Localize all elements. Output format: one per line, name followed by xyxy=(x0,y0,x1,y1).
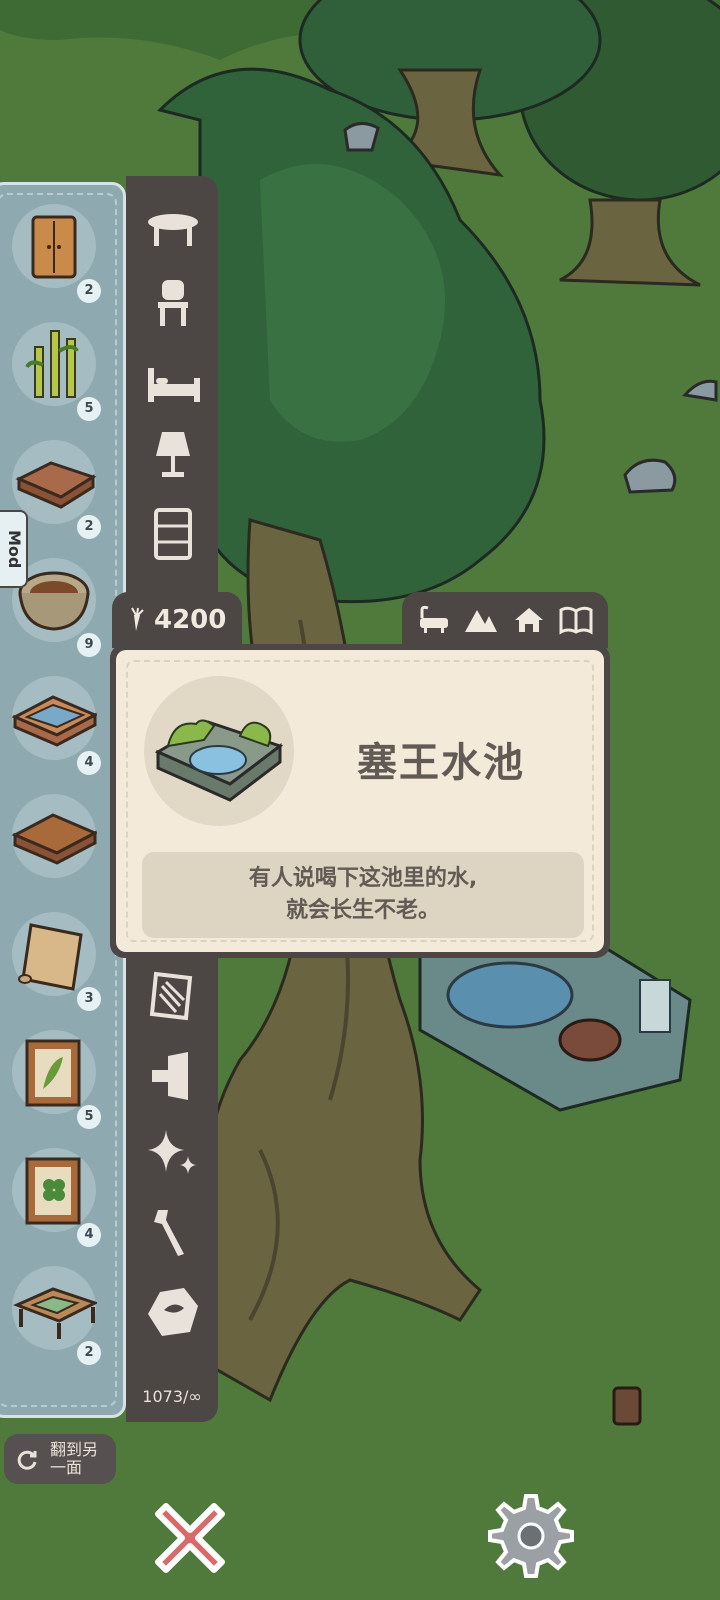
rotate-icon xyxy=(17,1450,37,1470)
scroll-icon xyxy=(12,912,96,996)
carrot-icon xyxy=(131,607,144,631)
description-line: 就会长生不老。 xyxy=(285,898,440,923)
item-count: 5 xyxy=(77,1105,101,1129)
item-name: 塞王水池 xyxy=(357,740,525,786)
stump xyxy=(612,1386,642,1426)
bamboo-icon xyxy=(12,322,96,406)
wooden-table-icon xyxy=(11,794,97,878)
bathtub-icon[interactable] xyxy=(416,604,452,636)
item-count: 2 xyxy=(77,279,101,303)
mountain-icon[interactable] xyxy=(463,604,499,636)
house-icon[interactable] xyxy=(511,604,547,636)
inventory-item-bamboo[interactable]: 5 xyxy=(3,313,105,421)
leaf-frame-icon xyxy=(12,1030,96,1114)
item-detail-card: 塞王水池 有人说喝下这池里的水, 就会长生不老。 xyxy=(110,644,610,958)
glass-table-icon xyxy=(11,676,97,760)
item-preview xyxy=(144,676,294,826)
table-icon[interactable] xyxy=(144,204,202,256)
price-value: 4200 xyxy=(154,605,227,635)
item-count: 5 xyxy=(77,397,101,421)
chair-icon[interactable] xyxy=(144,276,202,328)
tag-tab xyxy=(402,592,608,648)
inventory-item-scroll[interactable]: 3 xyxy=(3,903,105,1011)
inventory-item-wooden-table[interactable] xyxy=(3,785,105,889)
inventory-item-leaf-frame[interactable]: 5 xyxy=(3,1021,105,1129)
item-count: 9 xyxy=(77,633,101,657)
description-line: 有人说喝下这池里的水, xyxy=(248,866,478,891)
tools-icon[interactable] xyxy=(144,1206,202,1258)
item-description: 有人说喝下这池里的水, 就会长生不老。 xyxy=(142,852,584,938)
item-count: 2 xyxy=(77,515,101,539)
inventory-item-glass-table[interactable]: 4 xyxy=(3,667,105,775)
lamp-icon[interactable] xyxy=(144,428,202,480)
shelf-icon[interactable] xyxy=(144,508,202,560)
gear-icon[interactable] xyxy=(488,1492,574,1578)
price-tab: 4200 xyxy=(112,592,242,648)
item-count: 3 xyxy=(77,987,101,1011)
flip-button[interactable]: 翻到另一面 xyxy=(4,1434,116,1484)
stone-icon[interactable] xyxy=(144,1286,202,1338)
low-table-icon xyxy=(12,1266,97,1350)
book-icon[interactable] xyxy=(558,604,594,636)
clover-frame-icon xyxy=(12,1148,96,1232)
pool-icon xyxy=(154,719,284,802)
item-count: 4 xyxy=(77,751,101,775)
flip-label: 翻到另一面 xyxy=(50,1440,99,1477)
inventory-item-clover-frame[interactable]: 4 xyxy=(3,1139,105,1247)
mod-tab[interactable]: Mod xyxy=(0,510,28,588)
inventory-panel: 2 5 2 9 4 3 5 4 2 xyxy=(0,182,126,1418)
close-button[interactable] xyxy=(148,1496,232,1580)
sparkle-icon[interactable] xyxy=(144,1128,202,1180)
bed-icon[interactable] xyxy=(144,354,202,406)
inventory-item-low-table[interactable]: 2 xyxy=(3,1257,105,1365)
wardrobe-icon xyxy=(12,204,96,288)
inventory-item-wardrobe[interactable]: 2 xyxy=(3,195,105,303)
item-count: 2 xyxy=(77,1341,101,1365)
wall-icon[interactable] xyxy=(144,1050,202,1102)
rug-icon[interactable] xyxy=(144,970,202,1022)
item-count: 4 xyxy=(77,1223,101,1247)
capacity-counter: 1073/∞ xyxy=(142,1387,202,1406)
